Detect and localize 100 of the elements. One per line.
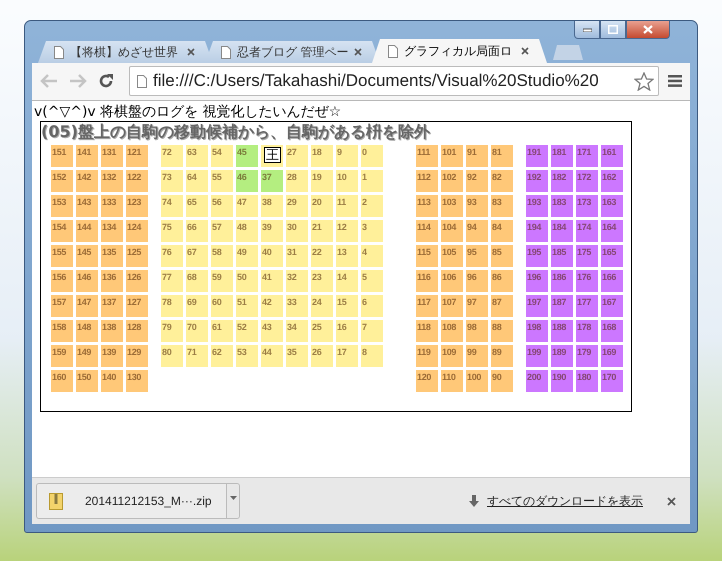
board-square: 21	[311, 220, 333, 242]
board-square: 110	[441, 370, 463, 392]
board-square: 3	[361, 220, 383, 242]
board-square: 198	[526, 320, 548, 342]
close-button[interactable]	[626, 21, 670, 39]
board-square: 199	[526, 344, 548, 367]
board-square: 86	[491, 270, 513, 292]
board-square: 172	[576, 170, 598, 192]
board-square: 62	[211, 344, 233, 367]
board-square: 42	[261, 294, 283, 317]
board-square: 84	[491, 220, 513, 242]
board-square: 45	[236, 144, 258, 167]
board-square: 94	[466, 220, 488, 242]
board-square: 165	[601, 244, 623, 267]
board-square: 63	[186, 144, 208, 167]
maximize-icon	[608, 25, 618, 34]
board-square: 139	[101, 344, 123, 367]
close-icon[interactable]	[521, 47, 529, 55]
close-icon[interactable]	[667, 496, 676, 506]
board-square: 4	[361, 244, 383, 267]
board-square: 1	[361, 170, 383, 192]
board-square: 131	[101, 144, 123, 167]
board-square: 121	[126, 144, 148, 167]
board-square: 162	[601, 170, 623, 192]
board-square: 96	[466, 270, 488, 292]
board-square: 69	[186, 294, 208, 317]
board-square: 192	[526, 170, 548, 192]
board-square: 74	[161, 194, 183, 217]
board-square: 177	[576, 294, 598, 317]
board-square: 34	[286, 320, 308, 342]
board-square: 124	[126, 220, 148, 242]
board-square: 115	[416, 244, 438, 267]
board-square: 156	[51, 270, 73, 292]
board-square: 53	[236, 344, 258, 367]
board-square: 11	[336, 194, 358, 217]
board-square: 13	[336, 244, 358, 267]
board-square: 90	[491, 370, 513, 392]
board-square: 112	[416, 170, 438, 192]
board-square: 179	[576, 344, 598, 367]
board-square: 66	[186, 220, 208, 242]
board-square: 27	[286, 144, 308, 167]
star-icon[interactable]	[634, 72, 654, 91]
board-square: 171	[576, 144, 598, 167]
board-square: 134	[101, 220, 123, 242]
board-square: 83	[491, 194, 513, 217]
board-square: 55	[211, 170, 233, 192]
board-square: 30	[286, 220, 308, 242]
reload-icon[interactable]	[98, 73, 114, 90]
board-square: 65	[186, 194, 208, 217]
board-square: 99	[466, 344, 488, 367]
board-square: 170	[601, 370, 623, 392]
board-square: 184	[551, 220, 573, 242]
maximize-button[interactable]	[600, 21, 626, 39]
board-square: 169	[601, 344, 623, 367]
address-bar[interactable]: file:///C:/Users/Takahashi/Documents/Visual%20Studio%20	[129, 66, 659, 96]
board-square: 116	[416, 270, 438, 292]
board-square: 132	[101, 170, 123, 192]
board-square: 26	[311, 344, 333, 367]
board-square: 18	[311, 144, 333, 167]
board-square: 59	[211, 270, 233, 292]
board-square: 61	[211, 320, 233, 342]
board-square: 103	[441, 194, 463, 217]
board-square: 102	[441, 170, 463, 192]
board-square: 28	[286, 170, 308, 192]
menu-icon[interactable]	[668, 75, 682, 88]
download-item[interactable]: 201411212153_M···.zip	[36, 483, 226, 520]
board-square: 77	[161, 270, 183, 292]
board-square: 92	[466, 170, 488, 192]
board-square: 23	[311, 270, 333, 292]
board-square: 196	[526, 270, 548, 292]
close-icon	[643, 25, 653, 34]
show-all-downloads-link[interactable]: すべてのダウンロードを表示	[487, 492, 643, 510]
board-square: 22	[311, 244, 333, 267]
board-title: (05)盤上の自駒の移動候補から、自駒がある枡を除外	[41, 122, 431, 141]
board-square: 150	[76, 370, 98, 392]
board-square: 164	[601, 220, 623, 242]
close-icon[interactable]	[354, 48, 362, 56]
board-square: 71	[186, 344, 208, 367]
board-square: 89	[491, 344, 513, 367]
download-dropdown[interactable]	[226, 483, 240, 520]
board-square: 91	[466, 144, 488, 167]
board-square: 155	[51, 244, 73, 267]
board-square: 6	[361, 294, 383, 317]
board-square: 129	[126, 344, 148, 367]
board-square: 76	[161, 244, 183, 267]
board-square: 126	[126, 270, 148, 292]
board-square: 35	[286, 344, 308, 367]
url-text: file:///C:/Users/Takahashi/Documents/Visual%20Studio%20	[153, 71, 600, 92]
browser-tab[interactable]: グラフィカル局面ロ	[372, 39, 547, 63]
page-icon	[54, 46, 64, 58]
board-square: 2	[361, 194, 383, 217]
board-square: 58	[211, 244, 233, 267]
board-square: 149	[76, 344, 98, 367]
close-icon[interactable]	[187, 48, 195, 56]
board-square: 148	[76, 320, 98, 342]
board-square: 154	[51, 220, 73, 242]
minimize-button[interactable]	[574, 21, 600, 39]
board-square: 105	[441, 244, 463, 267]
board-square: 118	[416, 320, 438, 342]
page-icon	[388, 44, 398, 58]
